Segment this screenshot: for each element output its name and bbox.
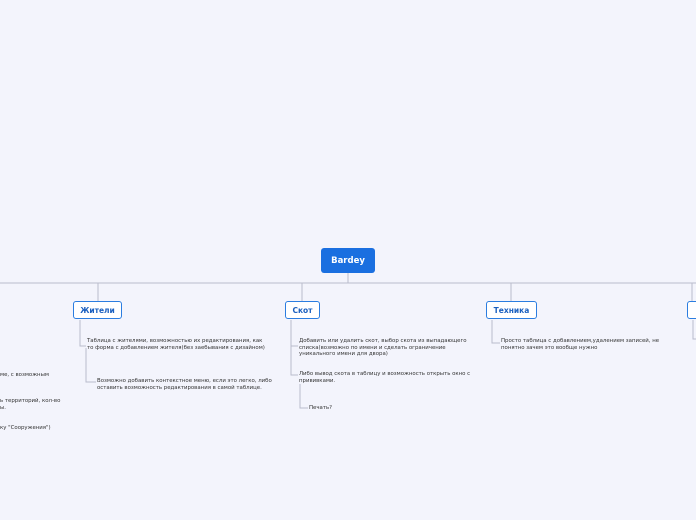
- branch-node-residents[interactable]: Жители: [73, 301, 122, 319]
- note-cattle-print: Печать?: [309, 405, 333, 411]
- root-node[interactable]: Bardey: [321, 248, 375, 273]
- sub-line-cattle-2: [290, 346, 298, 376]
- note-residents-context-menu: Возможно добавить контекстное меню, если…: [97, 378, 272, 391]
- note-residents-table: Таблица с жителями, возможностью их реда…: [87, 338, 265, 351]
- sub-line-tech-1: [491, 320, 500, 344]
- note-left-1: ме, с возможным: [0, 372, 49, 378]
- note-cattle-add-remove: Добавить или удалить скот, выбор скота и…: [299, 338, 467, 358]
- branch-node-cattle[interactable]: Скот: [285, 301, 320, 319]
- note-left-2: ь территорий, кол-во: [0, 398, 61, 404]
- sub-line-residents-1: [79, 320, 86, 347]
- note-cattle-table: Либо вывод скота в таблицу и возможность…: [299, 371, 471, 384]
- note-left-4: ку "Сооружения"): [0, 425, 51, 431]
- note-tech-table: Просто таблица с добавлением,удалением з…: [501, 338, 660, 351]
- sub-line-cattle-3: [299, 384, 308, 409]
- branch-node-offscreen[interactable]: [687, 301, 696, 319]
- note-left-3: ы.: [0, 405, 6, 411]
- branch-node-tech[interactable]: Техника: [486, 301, 537, 319]
- sub-line-residents-2: [85, 348, 96, 383]
- sub-line-cattle-1: [290, 320, 298, 347]
